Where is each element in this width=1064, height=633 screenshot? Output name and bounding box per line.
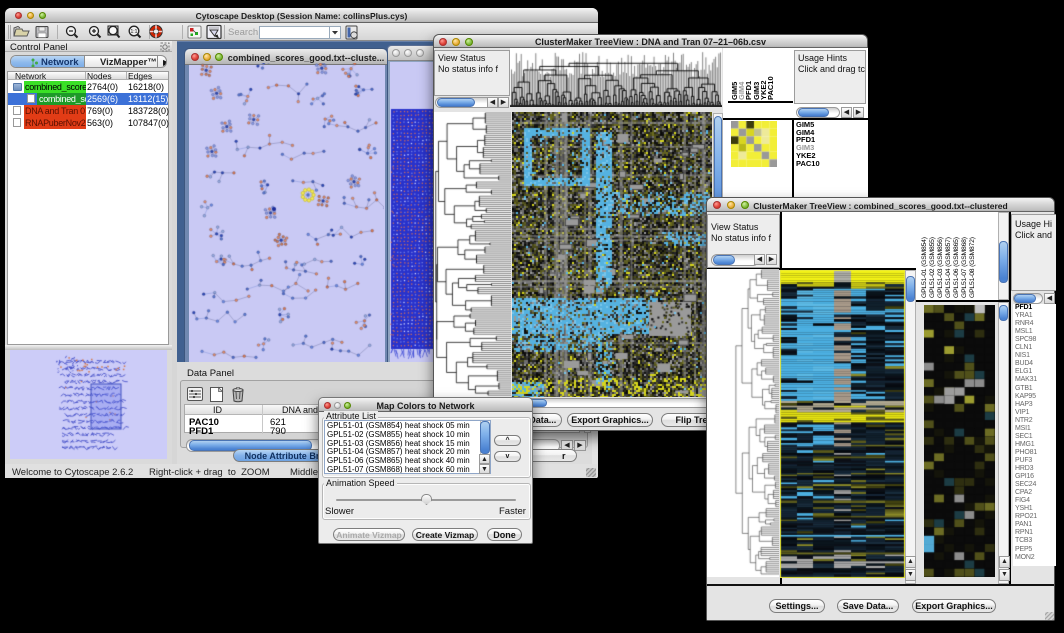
svg-text:Search:: Search: — [228, 27, 261, 38]
svg-text:1:1: 1:1 — [131, 29, 138, 35]
